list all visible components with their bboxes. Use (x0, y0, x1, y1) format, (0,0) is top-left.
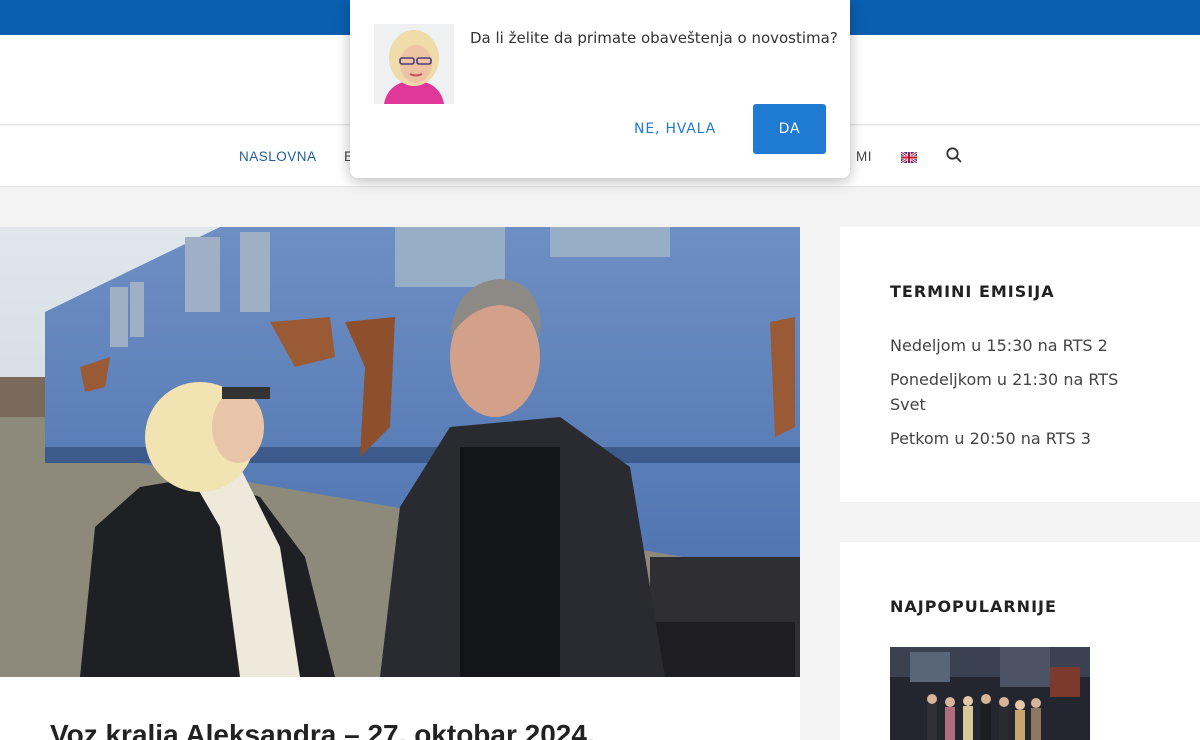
schedule-item: Ponedeljkom u 21:30 na RTS Svet (890, 370, 1119, 414)
popular-widget: NAJPOPULARNIJE (840, 542, 1200, 740)
nav-item-naslovna[interactable]: NASLOVNA (239, 149, 317, 164)
nav-item-mi[interactable]: MI (856, 149, 872, 164)
search-icon[interactable] (945, 146, 963, 164)
uk-flag-icon[interactable] (900, 150, 918, 165)
popular-post-thumbnail[interactable] (890, 647, 1090, 740)
accept-button[interactable]: DA (753, 104, 826, 154)
schedule-widget: TERMINI EMISIJA Nedeljom u 15:30 na RTS … (840, 227, 1200, 502)
article-hero-image[interactable] (0, 227, 800, 677)
schedule-item: Nedeljom u 15:30 na RTS 2 (890, 336, 1108, 355)
notification-message: Da li želite da primate obaveštenja o no… (470, 29, 838, 47)
schedule-item: Petkom u 20:50 na RTS 3 (890, 429, 1091, 448)
presenter-avatar (374, 24, 454, 104)
schedule-widget-title: TERMINI EMISIJA (890, 282, 1055, 301)
notification-popup: Da li želite da primate obaveštenja o no… (350, 0, 850, 178)
decline-button[interactable]: NE, HVALA (620, 104, 730, 154)
popular-widget-title: NAJPOPULARNIJE (890, 597, 1057, 616)
article-card: Voz kralja Aleksandra – 27. oktobar 2024… (0, 677, 800, 740)
article-title[interactable]: Voz kralja Aleksandra – 27. oktobar 2024… (50, 719, 595, 740)
